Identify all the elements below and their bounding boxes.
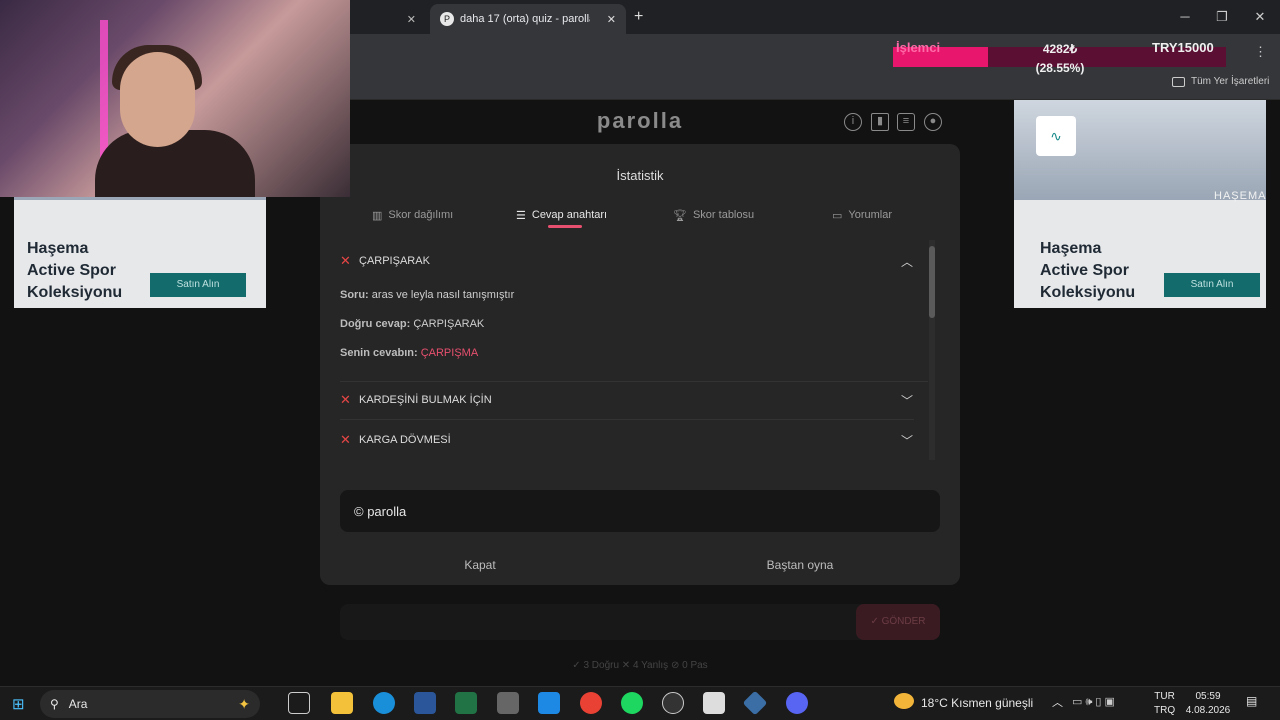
bar-chart-icon: ▥ xyxy=(372,209,383,222)
minimize-icon[interactable]: ─ xyxy=(1170,6,1200,28)
excel-icon[interactable] xyxy=(455,692,477,714)
tab-leaderboard[interactable]: 🏆︎ Skor tablosu xyxy=(673,206,754,224)
webcam-overlay xyxy=(0,0,350,197)
overlay-goal: TRY15000 xyxy=(1152,40,1214,55)
sparkle-icon: ✦ xyxy=(238,695,250,712)
trophy-icon: 🏆︎ xyxy=(673,209,687,222)
answer-word: KARGA DÖVMESİ xyxy=(359,434,451,446)
new-tab-button[interactable]: + xyxy=(634,8,643,26)
correct-answer-line: Doğru cevap: ÇARPIŞARAK xyxy=(340,318,485,330)
tab-comments[interactable]: ▭ Yorumlar xyxy=(832,206,892,224)
scrollbar-thumb[interactable] xyxy=(929,246,935,318)
stats-icon[interactable]: ▮ xyxy=(871,113,889,131)
close-button[interactable]: Kapat xyxy=(320,558,640,572)
answer-row[interactable]: ✕ KARDEŞİNİ BULMAK İÇİN ﹀ xyxy=(340,380,914,420)
calculator-icon[interactable] xyxy=(497,692,519,714)
chevron-down-icon[interactable]: ﹀ xyxy=(900,392,914,408)
store-icon[interactable] xyxy=(538,692,560,714)
ad-title: Haşema Active Spor Koleksiyonu xyxy=(27,240,123,301)
replay-button[interactable]: Baştan oyna xyxy=(640,558,960,572)
tab-answer-key[interactable]: ☰ Cevap anahtarı xyxy=(516,206,607,224)
ad-buy-button[interactable]: Satın Alın xyxy=(150,273,246,297)
notification-icon[interactable]: ▤ xyxy=(1246,694,1257,708)
active-tab-title: daha 17 (orta) quiz - parolla xyxy=(460,13,590,25)
taskbar-search-label: Ara xyxy=(68,697,88,711)
edge-icon[interactable] xyxy=(373,692,395,714)
parolla-favicon-icon: P xyxy=(440,12,454,26)
tray-chevron-icon[interactable]: ︿ xyxy=(1052,694,1063,710)
wrong-x-icon: ✕ xyxy=(340,391,351,407)
score-summary: ✓ 3 Doğru ✕ 4 Yanlış ⊘ 0 Pas xyxy=(572,660,708,671)
list-check-icon: ☰ xyxy=(516,209,526,222)
taskbar-search[interactable]: ⚲ Ara ✦ xyxy=(40,690,260,718)
overlay-percent: (28.55%) xyxy=(1035,61,1085,75)
ad-buy-button[interactable]: Satın Alın xyxy=(1164,273,1260,297)
tab-close-icon[interactable]: ✕ xyxy=(407,13,416,26)
ad-brand: HAŞEMA xyxy=(1214,190,1267,202)
windows-start-icon[interactable]: ⊞ xyxy=(12,695,25,713)
task-view-icon[interactable] xyxy=(288,692,310,714)
wrong-x-icon: ✕ xyxy=(340,432,351,447)
all-bookmarks-label: Tüm Yer İşaretleri xyxy=(1191,76,1270,87)
maximize-icon[interactable]: ❐ xyxy=(1207,6,1237,28)
neon-light xyxy=(100,20,108,160)
tray-icons[interactable]: ▭ 🕪︎ ▯ ▣ xyxy=(1072,695,1115,709)
active-tab[interactable]: P daha 17 (orta) quiz - parolla ✕ xyxy=(430,4,626,34)
active-tab-indicator xyxy=(548,225,582,228)
answer-row[interactable]: ✕ KARGA DÖVMESİ ﹀ xyxy=(340,420,914,460)
credit-box: © parolla xyxy=(340,490,940,532)
all-bookmarks[interactable]: Tüm Yer İşaretleri xyxy=(1172,76,1269,87)
chrome-icon[interactable] xyxy=(580,692,602,714)
answer-input[interactable] xyxy=(340,604,940,640)
overlay-amount: 4282₺ xyxy=(1042,42,1078,56)
app-icon[interactable] xyxy=(703,692,725,714)
overlay-label: İşlemci xyxy=(896,40,941,55)
modal-title: İstatistik xyxy=(616,168,664,183)
inactive-tab[interactable]: ✕ xyxy=(352,4,426,34)
obs-icon[interactable] xyxy=(662,692,684,714)
question-line: Soru: aras ve leyla nasıl tanışmıştır xyxy=(340,289,515,301)
send-button[interactable]: ✓ GÖNDER xyxy=(856,604,940,640)
chevron-up-icon[interactable]: ︿ xyxy=(900,253,914,269)
comments-icon[interactable]: ≡ xyxy=(897,113,915,131)
streamer-face xyxy=(120,52,195,147)
menu-icon[interactable]: ⋮ xyxy=(1254,44,1267,60)
clock[interactable]: 05:59 4.08.2026 xyxy=(1184,690,1232,718)
site-logo[interactable]: parolla xyxy=(540,108,740,134)
chevron-down-icon[interactable]: ﹀ xyxy=(900,432,914,448)
word-icon[interactable] xyxy=(414,692,436,714)
folder-icon xyxy=(1172,76,1185,87)
input-language[interactable]: TUR TRQ xyxy=(1154,690,1175,718)
overlay-value: 4282₺ (28.55%) xyxy=(1020,40,1100,78)
ad-title: Haşema Active Spor Koleksiyonu xyxy=(1040,240,1136,301)
spotify-icon[interactable] xyxy=(621,692,643,714)
statistics-modal: İstatistik ▥ Skor dağılımı ☰ Cevap anahtar… xyxy=(320,144,960,585)
weather-icon xyxy=(894,693,914,709)
comment-icon: ▭ xyxy=(832,209,843,222)
wrong-x-icon: ✕ xyxy=(340,253,351,268)
discord-icon[interactable] xyxy=(786,692,808,714)
close-window-icon[interactable]: ✕ xyxy=(1245,6,1275,28)
profile-icon[interactable]: ● xyxy=(924,113,942,131)
search-icon: ⚲ xyxy=(50,697,59,711)
answer-word: KARDEŞİNİ BULMAK İÇİN xyxy=(359,393,492,406)
file-explorer-icon[interactable] xyxy=(331,692,353,714)
ad-right[interactable]: ∿ HAŞEMA Haşema Active Spor Koleksiyonu Sa… xyxy=(1014,100,1266,308)
answer-row[interactable]: ✕ ÇARPIŞARAK ︿ xyxy=(340,241,914,281)
weather-text[interactable]: 18°C Kısmen güneşli xyxy=(921,696,1033,710)
answer-word: ÇARPIŞARAK xyxy=(359,255,430,267)
brand-logo-icon: ∿ xyxy=(1036,116,1076,156)
tab-close-icon[interactable]: ✕ xyxy=(607,13,616,26)
your-answer-line: Senin cevabın: ÇARPIŞMA xyxy=(340,347,479,359)
tab-score-distribution[interactable]: ▥ Skor dağılımı xyxy=(372,206,453,224)
info-icon[interactable]: i xyxy=(844,113,862,131)
